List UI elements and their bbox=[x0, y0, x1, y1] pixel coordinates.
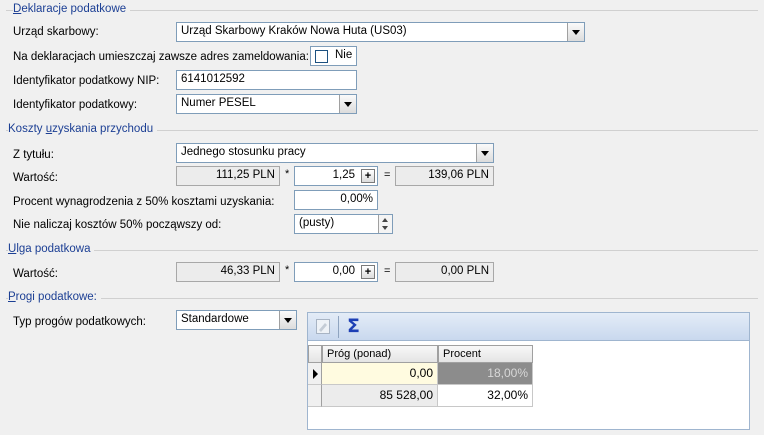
nie-naliczaj-date[interactable]: (pusty) bbox=[294, 214, 393, 234]
chevron-down-icon[interactable] bbox=[567, 23, 584, 41]
grid-row-indicator[interactable] bbox=[308, 363, 322, 385]
plus-icon[interactable]: + bbox=[361, 265, 375, 279]
tytul-label: Z tytułu: bbox=[13, 149, 54, 161]
section-title-ulga: Ulga podatkowa bbox=[8, 243, 95, 255]
section-title-koszty: Koszty uzyskania przychodu bbox=[8, 123, 158, 135]
section-divider bbox=[6, 298, 758, 299]
adres-value: Nie bbox=[335, 49, 353, 61]
plus-icon[interactable]: + bbox=[361, 169, 375, 183]
typ-progow-combobox[interactable]: Standardowe bbox=[176, 310, 297, 330]
identyfikator-combobox[interactable]: Numer PESEL bbox=[176, 94, 357, 114]
progi-grid-panel: Σ Próg (ponad) Procent 0,00 18,00% 85 52… bbox=[307, 312, 750, 430]
adres-label: Na deklaracjach umieszczaj zawsze adres … bbox=[13, 51, 309, 63]
ulga-wartosc-base: 46,33 PLN bbox=[176, 262, 280, 282]
nie-naliczaj-value: (pusty) bbox=[299, 217, 335, 229]
multiply-sign: * bbox=[285, 168, 290, 180]
table-cell-procent[interactable]: 18,00% bbox=[438, 363, 533, 385]
grid-column-header-procent[interactable]: Procent bbox=[438, 345, 533, 363]
nip-input[interactable]: 6141012592 bbox=[176, 70, 357, 90]
sigma-icon[interactable]: Σ bbox=[347, 315, 360, 337]
table-cell-procent[interactable]: 32,00% bbox=[438, 385, 533, 407]
grid-row-header-corner bbox=[308, 345, 322, 363]
equals-sign: = bbox=[384, 265, 391, 277]
spinner-icon[interactable] bbox=[378, 215, 392, 233]
nie-naliczaj-label: Nie naliczaj kosztów 50% począwszy od: bbox=[13, 219, 222, 231]
row-pointer-icon bbox=[313, 369, 318, 379]
grid-row-indicator[interactable] bbox=[308, 385, 322, 407]
procent-label: Procent wynagrodzenia z 50% kosztami uzy… bbox=[13, 196, 275, 208]
identyfikator-label: Identyfikator podatkowy: bbox=[13, 99, 138, 111]
checkbox-icon[interactable] bbox=[315, 50, 328, 63]
nip-label: Identyfikator podatkowy NIP: bbox=[13, 75, 160, 87]
grid-column-header-prog[interactable]: Próg (ponad) bbox=[322, 345, 438, 363]
koszty-wartosc-label: Wartość: bbox=[13, 172, 58, 184]
grid-toolbar: Σ bbox=[308, 313, 749, 341]
section-title-deklaracje: Deklaracje podatkowe bbox=[13, 3, 131, 15]
table-cell-prog[interactable]: 85 528,00 bbox=[322, 385, 438, 407]
section-divider bbox=[6, 250, 758, 251]
procent-input[interactable]: 0,00% bbox=[294, 190, 378, 210]
ulga-factor-input[interactable]: 0,00 + bbox=[294, 262, 378, 282]
tytul-value: Jednego stosunku pracy bbox=[181, 146, 306, 158]
koszty-wartosc-result: 139,06 PLN bbox=[395, 166, 494, 186]
tytul-combobox[interactable]: Jednego stosunku pracy bbox=[176, 143, 494, 163]
identyfikator-value: Numer PESEL bbox=[181, 97, 256, 109]
typ-progow-label: Typ progów podatkowych: bbox=[13, 316, 146, 328]
koszty-wartosc-base: 111,25 PLN bbox=[176, 166, 280, 186]
koszty-factor-value: 1,25 bbox=[332, 169, 355, 181]
section-title-progi: Progi podatkowe: bbox=[8, 291, 101, 303]
toolbar-separator bbox=[338, 316, 339, 338]
chevron-down-icon[interactable] bbox=[339, 95, 356, 113]
typ-progow-value: Standardowe bbox=[181, 313, 249, 325]
table-cell-prog[interactable]: 0,00 bbox=[322, 363, 438, 385]
adres-checkbox-field[interactable]: Nie bbox=[310, 46, 357, 66]
chevron-down-icon[interactable] bbox=[279, 311, 296, 329]
ulga-wartosc-result: 0,00 PLN bbox=[395, 262, 494, 282]
urzad-value: Urząd Skarbowy Kraków Nowa Huta (US03) bbox=[181, 25, 407, 37]
urzad-combobox[interactable]: Urząd Skarbowy Kraków Nowa Huta (US03) bbox=[176, 22, 585, 42]
ulga-factor-value: 0,00 bbox=[332, 265, 355, 277]
koszty-factor-input[interactable]: 1,25 + bbox=[294, 166, 378, 186]
urzad-label: Urząd skarbowy: bbox=[13, 26, 99, 38]
multiply-sign: * bbox=[285, 264, 290, 276]
edit-icon[interactable] bbox=[316, 319, 330, 334]
chevron-down-icon[interactable] bbox=[476, 144, 493, 162]
equals-sign: = bbox=[384, 169, 391, 181]
ulga-wartosc-label: Wartość: bbox=[13, 268, 58, 280]
